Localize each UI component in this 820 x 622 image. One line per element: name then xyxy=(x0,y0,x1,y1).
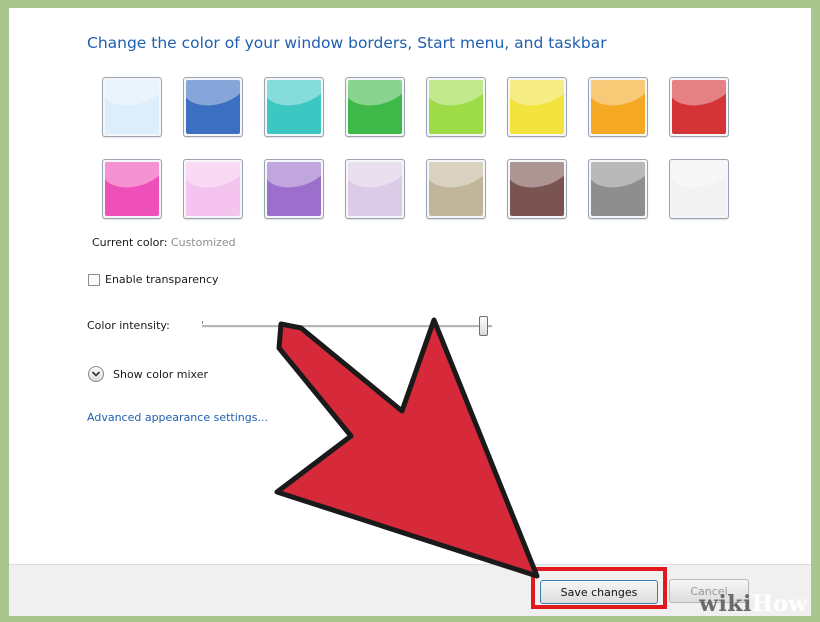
color-intensity-slider-track[interactable] xyxy=(202,325,492,328)
swatch-fill xyxy=(429,162,483,216)
color-swatch-taupe[interactable] xyxy=(426,159,486,219)
swatch-fill xyxy=(267,80,321,134)
swatch-fill xyxy=(510,162,564,216)
color-intensity-slider-thumb[interactable] xyxy=(479,316,488,336)
expand-mixer-button[interactable] xyxy=(88,366,104,382)
chevron-down-icon xyxy=(91,371,101,377)
color-swatch-frost[interactable] xyxy=(669,159,729,219)
color-intensity-label: Color intensity: xyxy=(87,319,170,332)
color-swatch-lime[interactable] xyxy=(426,77,486,137)
swatch-fill xyxy=(429,80,483,134)
transparency-label[interactable]: Enable transparency xyxy=(105,273,219,286)
show-color-mixer-label[interactable]: Show color mixer xyxy=(113,368,208,381)
swatch-fill xyxy=(186,80,240,134)
color-swatch-blush[interactable] xyxy=(183,159,243,219)
swatch-fill xyxy=(672,162,726,216)
swatch-fill xyxy=(105,162,159,216)
slider-tick xyxy=(202,321,203,324)
personalization-panel: Change the color of your window borders,… xyxy=(9,8,811,616)
current-color-row: Current color: Customized xyxy=(92,236,236,249)
swatch-fill xyxy=(591,80,645,134)
color-swatch-chocolate[interactable] xyxy=(507,159,567,219)
color-swatch-lavender[interactable] xyxy=(345,159,405,219)
color-swatch-fuchsia[interactable] xyxy=(102,159,162,219)
transparency-checkbox[interactable] xyxy=(88,274,100,286)
page-heading: Change the color of your window borders,… xyxy=(87,34,607,52)
current-color-label: Current color: xyxy=(92,236,168,249)
swatch-fill xyxy=(348,162,402,216)
swatch-fill xyxy=(591,162,645,216)
color-swatch-violet[interactable] xyxy=(264,159,324,219)
swatch-fill xyxy=(672,80,726,134)
color-swatch-ruby[interactable] xyxy=(669,77,729,137)
color-swatch-leaf[interactable] xyxy=(345,77,405,137)
wikihow-watermark: wikiHow xyxy=(699,591,808,616)
color-swatch-sea[interactable] xyxy=(264,77,324,137)
color-swatch-twilight[interactable] xyxy=(183,77,243,137)
color-swatch-tangerine[interactable] xyxy=(588,77,648,137)
color-swatch-pumpkin-yellow[interactable] xyxy=(507,77,567,137)
swatch-fill xyxy=(348,80,402,134)
current-color-value: Customized xyxy=(170,236,236,249)
color-swatch-slate[interactable] xyxy=(588,159,648,219)
swatch-fill xyxy=(105,80,159,134)
color-swatch-sky[interactable] xyxy=(102,77,162,137)
swatch-fill xyxy=(186,162,240,216)
swatch-fill xyxy=(510,80,564,134)
save-changes-button[interactable]: Save changes xyxy=(540,580,658,604)
advanced-appearance-link[interactable]: Advanced appearance settings... xyxy=(87,411,268,424)
swatch-fill xyxy=(267,162,321,216)
